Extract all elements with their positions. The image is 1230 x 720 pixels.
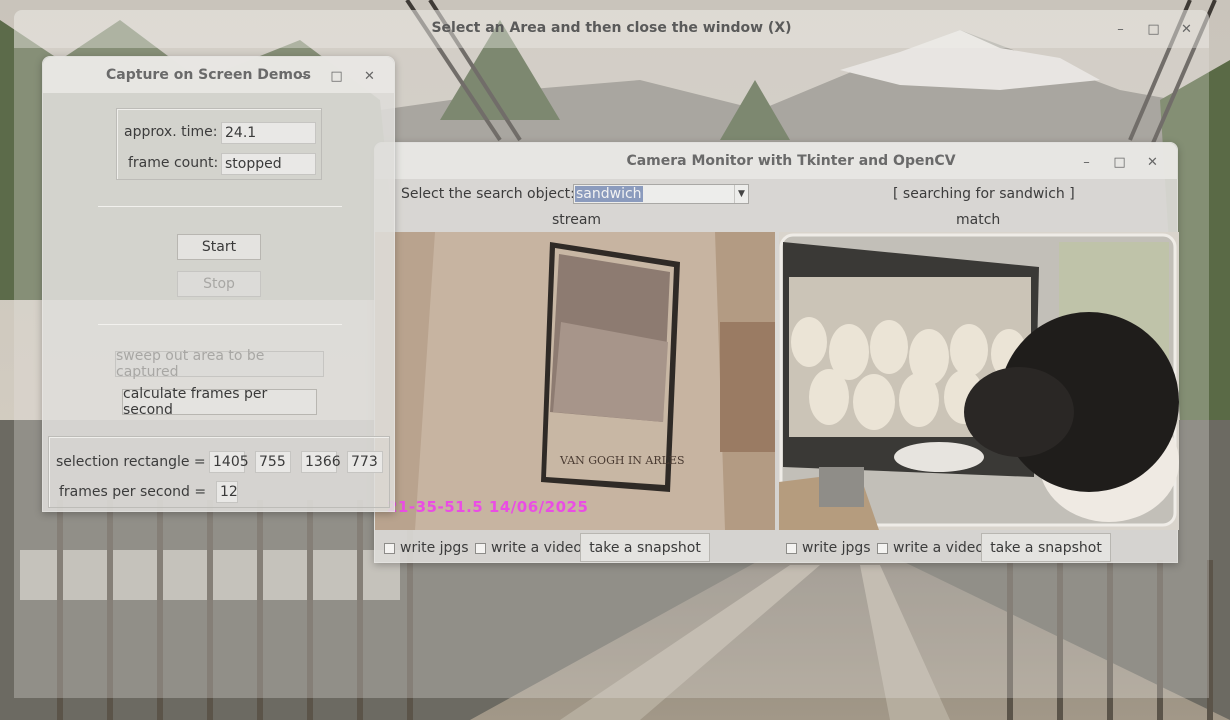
chevron-down-icon[interactable]: ▼ — [734, 185, 748, 203]
checkbox-icon[interactable] — [384, 542, 395, 554]
minimize-icon[interactable]: – — [1070, 152, 1103, 172]
minimize-icon[interactable]: – — [1104, 19, 1137, 39]
checkbox-icon[interactable] — [877, 542, 888, 554]
stream-timestamp: 21-35-51.5 14/06/2025 — [387, 498, 589, 516]
sweep-area-button[interactable]: sweep out area to be captured — [115, 348, 324, 380]
capture-titlebar[interactable]: Capture on Screen Demos – □ ✕ — [43, 57, 394, 93]
stream-write-video-label: write a video — [491, 540, 582, 556]
selection-rect-x1-field[interactable]: 1405 — [209, 451, 249, 473]
poster-text: VAN GOGH IN ARLES — [559, 454, 685, 467]
stream-snapshot-button[interactable]: take a snapshot — [580, 533, 710, 562]
overlay-titlebar[interactable]: Select an Area and then close the window… — [14, 10, 1209, 48]
stream-frame-image: VAN GOGH IN ARLES — [375, 232, 775, 530]
stream-write-jpgs-checkbox[interactable]: write jpgs — [384, 540, 469, 556]
maximize-icon[interactable]: □ — [1103, 152, 1136, 172]
camera-monitor-window: Camera Monitor with Tkinter and OpenCV –… — [374, 142, 1179, 563]
start-button[interactable]: Start — [177, 234, 261, 260]
stop-button[interactable]: Stop — [177, 271, 261, 297]
search-object-combobox[interactable]: sandwich ▼ — [573, 184, 749, 204]
match-snapshot-button[interactable]: take a snapshot — [981, 533, 1111, 562]
close-icon[interactable]: ✕ — [1136, 152, 1169, 172]
search-object-value: sandwich — [575, 186, 643, 202]
capture-demos-window: Capture on Screen Demos – □ ✕ approx. ti… — [42, 56, 395, 512]
maximize-icon[interactable]: □ — [1137, 19, 1170, 39]
checkbox-icon[interactable] — [786, 542, 797, 554]
camera-titlebar[interactable]: Camera Monitor with Tkinter and OpenCV –… — [375, 143, 1177, 179]
search-object-label: Select the search object: — [401, 186, 575, 202]
frame-count-label: frame count: — [128, 155, 219, 171]
calculate-fps-button[interactable]: calculate frames per second — [122, 386, 317, 418]
divider — [98, 324, 342, 325]
match-write-jpgs-label: write jpgs — [802, 540, 871, 556]
camera-window-title: Camera Monitor with Tkinter and OpenCV — [626, 153, 956, 169]
close-icon[interactable]: ✕ — [1170, 19, 1203, 39]
selection-rect-x2-field[interactable]: 1366 — [301, 451, 341, 473]
stream-write-video-checkbox[interactable]: write a video — [475, 540, 582, 556]
stream-video-feed: VAN GOGH IN ARLES 21-35-51.5 14/06/2025 — [375, 232, 775, 530]
divider — [98, 206, 342, 207]
selection-rect-label: selection rectangle = — [56, 454, 206, 470]
close-icon[interactable]: ✕ — [353, 66, 386, 86]
match-frame-image — [779, 232, 1179, 530]
approx-time-field[interactable]: 24.1 — [221, 122, 316, 144]
stream-label: stream — [552, 212, 602, 228]
checkbox-icon[interactable] — [475, 542, 486, 554]
frame-count-field[interactable]: stopped — [221, 153, 316, 175]
fps-field[interactable]: 12 — [216, 481, 238, 503]
match-write-video-checkbox[interactable]: write a video — [877, 540, 984, 556]
match-write-jpgs-checkbox[interactable]: write jpgs — [786, 540, 871, 556]
selection-rect-y2-field[interactable]: 773 — [347, 451, 383, 473]
match-write-video-label: write a video — [893, 540, 984, 556]
maximize-icon[interactable]: □ — [320, 66, 353, 86]
fps-label: frames per second = — [59, 484, 207, 500]
selection-rect-y1-field[interactable]: 755 — [255, 451, 291, 473]
minimize-icon[interactable]: – — [287, 66, 320, 86]
approx-time-label: approx. time: — [124, 124, 218, 140]
overlay-window-title: Select an Area and then close the window… — [431, 20, 792, 36]
search-status-text: [ searching for sandwich ] — [893, 186, 1075, 202]
stream-write-jpgs-label: write jpgs — [400, 540, 469, 556]
match-video-feed — [779, 232, 1179, 530]
match-label: match — [956, 212, 1001, 228]
